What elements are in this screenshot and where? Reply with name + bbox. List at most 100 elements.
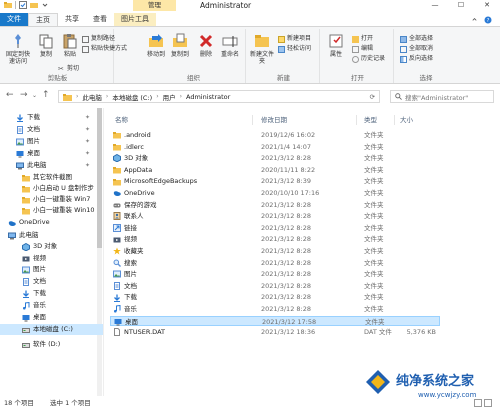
back-arrow-icon[interactable]: ← — [6, 90, 14, 100]
file-row[interactable]: 图片 2021/3/12 8:28 文件夹 — [110, 269, 440, 280]
file-row[interactable]: 收藏夹 2021/3/12 8:28 文件夹 — [110, 246, 440, 257]
column-header-size[interactable]: 大小 — [400, 114, 413, 126]
file-row[interactable]: 3D 对象 2021/3/12 8:28 文件夹 — [110, 153, 440, 164]
nav-item[interactable]: 其它软件截图 — [0, 172, 103, 183]
copy-path-button[interactable]: 复制路径 — [82, 35, 115, 43]
file-name-cell: NTUSER.DAT — [113, 327, 165, 338]
minimize-button[interactable]: — — [422, 0, 448, 11]
file-name-cell: 联系人 — [113, 211, 144, 222]
new-folder-button[interactable]: 新建文件夹 — [250, 33, 274, 65]
invert-selection-button[interactable]: 反向选择 — [400, 55, 433, 63]
nav-item[interactable]: 下载 ✦ — [0, 112, 103, 123]
nav-item[interactable]: 文档 — [0, 276, 103, 287]
nav-item[interactable]: 此电脑 ✦ — [0, 160, 103, 171]
file-row[interactable]: 文档 2021/3/12 8:28 文件夹 — [110, 281, 440, 292]
picture-icon — [113, 270, 121, 278]
column-header-date[interactable]: 修改日期 — [261, 114, 287, 126]
window-title: Administrator — [200, 1, 252, 10]
file-row[interactable]: 联系人 2021/3/12 8:28 文件夹 — [110, 211, 440, 222]
column-divider[interactable] — [394, 115, 395, 125]
new-item-button[interactable]: 新建项目 — [278, 35, 311, 43]
file-row[interactable]: 音乐 2021/3/12 8:28 文件夹 — [110, 304, 440, 315]
select-all-button[interactable]: 全部选择 — [400, 35, 433, 43]
file-row[interactable]: NTUSER.DAT 2021/3/12 18:36 DAT 文件 5,376 KB — [110, 327, 440, 338]
maximize-button[interactable]: ☐ — [448, 0, 474, 11]
nav-item[interactable]: 图片 ✦ — [0, 136, 103, 147]
copy-button[interactable]: 复制 — [34, 33, 58, 58]
pin-quick-access-button[interactable]: 固定到快速访问 — [4, 33, 32, 65]
column-header-name[interactable]: 名称 — [115, 114, 128, 126]
column-divider[interactable] — [252, 115, 253, 125]
nav-item[interactable]: 小白一键重装 Win7 — [0, 194, 103, 205]
nav-item[interactable]: 视频 — [0, 253, 103, 264]
paste-shortcut-button[interactable]: 粘贴快捷方式 — [82, 45, 127, 53]
tab-picture-tools[interactable]: 图片工具 — [114, 13, 156, 26]
nav-item[interactable]: OneDrive — [0, 217, 103, 228]
copy-to-button[interactable]: 复制到 — [168, 33, 192, 58]
close-button[interactable]: ✕ — [474, 0, 500, 11]
column-divider[interactable] — [356, 115, 357, 125]
check-icon[interactable] — [19, 1, 27, 9]
history-button[interactable]: 历史记录 — [352, 55, 385, 63]
nav-item[interactable]: 本地磁盘 (C:) — [0, 324, 103, 335]
delete-button[interactable]: 删除 — [194, 33, 218, 58]
file-row[interactable]: 视频 2021/3/12 8:28 文件夹 — [110, 234, 440, 245]
rename-button[interactable]: 重命名 — [218, 33, 242, 58]
breadcrumb-users[interactable]: 用户 — [163, 92, 176, 102]
breadcrumb-administrator[interactable]: Administrator — [186, 93, 230, 101]
file-date: 2021/3/12 8:28 — [261, 247, 311, 255]
select-none-button[interactable]: 全部取消 — [400, 45, 433, 53]
up-arrow-icon[interactable]: ↑ — [42, 90, 50, 100]
nav-item[interactable]: 桌面 ✦ — [0, 148, 103, 159]
file-name-cell: 保存的游戏 — [113, 200, 157, 211]
search-box[interactable]: 搜索"Administrator" — [390, 90, 494, 103]
nav-item[interactable]: 图片 — [0, 264, 103, 275]
nav-item[interactable]: 小白一键重装 Win10 — [0, 205, 103, 216]
file-row[interactable]: 下载 2021/3/12 8:28 文件夹 — [110, 292, 440, 303]
breadcrumb-this-pc[interactable]: 此电脑 — [82, 92, 102, 102]
nav-item[interactable]: 音乐 — [0, 300, 103, 311]
file-row[interactable]: MicrosoftEdgeBackups 2021/3/12 8:39 文件夹 — [110, 176, 440, 187]
breadcrumb-local-disk[interactable]: 本地磁盘 (C:) — [112, 92, 152, 102]
file-row[interactable]: 桌面 2021/3/12 17:58 文件夹 — [110, 315, 440, 327]
file-row[interactable]: 保存的游戏 2021/3/12 8:28 文件夹 — [110, 200, 440, 211]
edit-button[interactable]: 编辑 — [352, 45, 373, 53]
file-row[interactable]: AppData 2020/11/11 8:22 文件夹 — [110, 165, 440, 176]
paste-button[interactable]: 粘贴 — [58, 33, 82, 58]
nav-item[interactable]: 软件 (D:) — [0, 339, 103, 350]
column-header-type[interactable]: 类型 — [364, 114, 377, 126]
tab-file[interactable]: 文件 — [0, 13, 28, 26]
move-to-button[interactable]: 移动到 — [144, 33, 168, 58]
file-row[interactable]: 链接 2021/3/12 8:28 文件夹 — [110, 223, 440, 234]
chevron-down-icon[interactable] — [41, 1, 49, 9]
tab-view[interactable]: 查看 — [86, 13, 114, 26]
new-folder-icon[interactable] — [30, 1, 38, 9]
forward-arrow-icon[interactable]: → — [20, 90, 28, 100]
open-button[interactable]: 打开 — [352, 35, 373, 43]
easy-access-button[interactable]: 轻松访问 — [278, 45, 311, 53]
tab-share[interactable]: 共享 — [58, 13, 86, 26]
properties-button[interactable]: 属性 — [324, 33, 348, 58]
refresh-icon[interactable]: ⟳ — [370, 93, 375, 101]
file-row[interactable]: .android 2019/12/6 16:02 文件夹 — [110, 130, 440, 141]
nav-item[interactable]: 桌面 — [0, 312, 103, 323]
file-row[interactable]: 搜索 2021/3/12 8:28 文件夹 — [110, 258, 440, 269]
ribbon: 固定到快速访问 复制 粘贴 复制路径 粘贴快捷方式 ✂ 剪切 剪贴板 移动到 复… — [0, 26, 500, 84]
nav-item-label: OneDrive — [19, 218, 50, 226]
chevron-up-icon[interactable] — [471, 16, 478, 23]
nav-item[interactable]: 小白启动 U 盘制作步 — [0, 183, 103, 194]
window-controls: — ☐ ✕ — [422, 0, 500, 11]
nav-item[interactable]: 此电脑 — [0, 230, 103, 241]
file-row[interactable]: OneDrive 2020/10/10 17:16 文件夹 — [110, 188, 440, 199]
nav-item[interactable]: 下载 — [0, 288, 103, 299]
nav-item[interactable]: 3D 对象 — [0, 241, 103, 252]
file-date: 2021/3/12 8:28 — [261, 258, 311, 267]
recent-locations-icon[interactable]: ⌄ — [32, 92, 37, 99]
manage-tab[interactable]: 管理 — [133, 0, 176, 11]
help-icon[interactable]: ? — [484, 16, 492, 24]
file-row[interactable]: .idlerc 2021/1/4 14:07 文件夹 — [110, 142, 440, 153]
file-name: 3D 对象 — [124, 154, 149, 163]
address-bar[interactable]: › 此电脑 › 本地磁盘 (C:) › 用户 › Administrator ⟳ — [58, 90, 380, 103]
tab-home[interactable]: 主页 — [28, 13, 58, 26]
nav-item[interactable]: 文档 ✦ — [0, 124, 103, 135]
